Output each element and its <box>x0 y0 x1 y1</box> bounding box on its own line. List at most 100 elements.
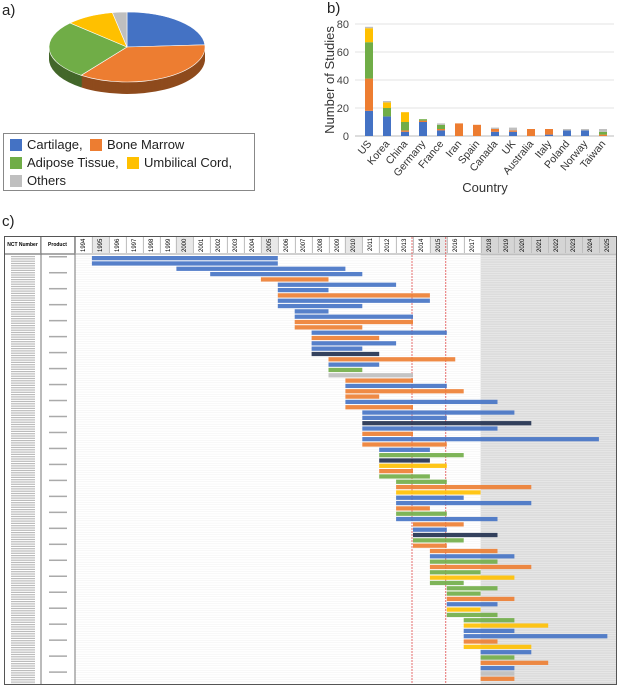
bar-segment-uk-bone-marrow <box>509 130 517 132</box>
nct-number-text <box>11 555 35 557</box>
gantt-bar <box>463 634 608 639</box>
gantt-bar <box>379 469 413 474</box>
nct-number-text <box>11 435 35 437</box>
nct-number-text <box>11 428 35 430</box>
gantt-bar <box>345 394 380 399</box>
nct-number-text <box>11 674 35 676</box>
nct-number-text <box>11 614 35 616</box>
gantt-bar <box>480 650 532 655</box>
nct-number-text <box>11 322 35 324</box>
nct-number-text <box>11 568 35 570</box>
nct-number-text <box>11 391 35 393</box>
nct-number-text <box>11 511 35 513</box>
gantt-bar <box>362 415 447 421</box>
product-name-text <box>49 575 67 577</box>
gantt-bar <box>413 522 464 527</box>
nct-number-text <box>11 382 35 384</box>
nct-number-text <box>11 656 35 658</box>
product-name-text <box>49 335 67 338</box>
bar-segment-china-cartilage <box>401 131 409 136</box>
nct-number-text <box>11 467 35 469</box>
nct-number-text <box>11 679 35 681</box>
product-name-text <box>49 623 67 625</box>
nct-number-text <box>11 492 35 495</box>
nct-number-text <box>11 617 35 619</box>
nct-number-text <box>11 262 35 265</box>
gantt-bar <box>328 357 456 362</box>
nct-number-text <box>11 619 35 621</box>
nct-number-text <box>11 660 35 662</box>
nct-number-text <box>11 663 35 665</box>
nct-number-text <box>11 635 35 637</box>
nct-number-text <box>11 486 35 488</box>
product-name-text <box>49 511 67 514</box>
gantt-bar <box>446 607 481 612</box>
nct-number-text <box>11 649 35 651</box>
nct-number-text <box>11 456 35 458</box>
nct-number-text <box>11 637 35 639</box>
gantt-bar <box>277 303 363 309</box>
bar-segment-france-adipose-tissue <box>437 124 445 129</box>
nct-number-text <box>11 582 35 584</box>
nct-number-text <box>11 269 35 271</box>
bar-segment-us-umbilical-cord <box>365 28 373 43</box>
gantt-bar <box>362 426 498 431</box>
nct-number-text <box>11 281 35 283</box>
bar-segment-norway-others <box>581 129 589 131</box>
nct-number-text <box>11 642 35 644</box>
nct-number-text <box>11 495 35 497</box>
product-name-text <box>49 367 67 370</box>
nct-number-text <box>11 260 35 262</box>
gantt-bar <box>311 346 363 351</box>
bar-segment-canada-others <box>491 127 499 129</box>
nct-number-text <box>11 481 35 483</box>
nct-number-text <box>11 421 35 423</box>
gantt-bar <box>446 602 498 607</box>
pie-slice-cartilage <box>126 11 206 48</box>
nct-number-text <box>11 256 35 258</box>
nct-number-text <box>11 451 35 453</box>
nct-number-text <box>11 375 35 377</box>
gantt-chart: NCT Number Product 1994 1995 1996 1997 1998 1… <box>4 236 617 685</box>
product-name-text <box>49 303 67 306</box>
gantt-bar <box>345 389 464 394</box>
nct-number-text <box>11 497 35 499</box>
gantt-plot <box>5 237 616 684</box>
gantt-bar <box>294 314 413 319</box>
pie-legend: Cartilage, Bone Marrow Adipose Tissue, U… <box>3 133 255 191</box>
nct-number-text <box>11 308 35 311</box>
nct-number-text <box>11 545 35 547</box>
product-name-text <box>49 463 67 466</box>
nct-number-text <box>11 272 35 274</box>
y-tick-label: 80 <box>337 19 349 31</box>
gantt-bar <box>277 287 329 293</box>
nct-number-text <box>11 681 35 683</box>
nct-number-text <box>11 410 35 412</box>
nct-number-text <box>11 304 35 306</box>
nct-number-text <box>11 506 35 508</box>
bar-segment-australia-bone-marrow <box>527 129 535 136</box>
nct-number-text <box>11 591 35 593</box>
y-axis-label: Number of Studies <box>322 26 337 134</box>
bar-segment-korea-cartilage <box>383 116 391 136</box>
nct-number-text <box>11 283 35 285</box>
nct-number-text <box>11 336 35 338</box>
bar-segment-canada-cartilage <box>491 131 499 136</box>
bar-segment-korea-adipose-tissue <box>383 108 391 117</box>
gantt-bar <box>311 341 397 346</box>
nct-number-text <box>11 520 35 522</box>
nct-number-text <box>11 313 35 315</box>
gantt-bar <box>446 591 481 596</box>
nct-number-text <box>11 534 35 536</box>
product-name-text <box>49 671 67 673</box>
nct-number-text <box>11 343 35 345</box>
product-name-text <box>49 655 67 657</box>
nct-number-text <box>11 366 35 368</box>
gantt-bar <box>294 309 329 314</box>
product-name-text <box>49 351 67 354</box>
gantt-bar <box>362 410 515 415</box>
gantt-bar <box>396 511 447 516</box>
nct-number-text <box>11 442 35 444</box>
nct-number-text <box>11 354 35 357</box>
gantt-bar <box>328 367 363 373</box>
